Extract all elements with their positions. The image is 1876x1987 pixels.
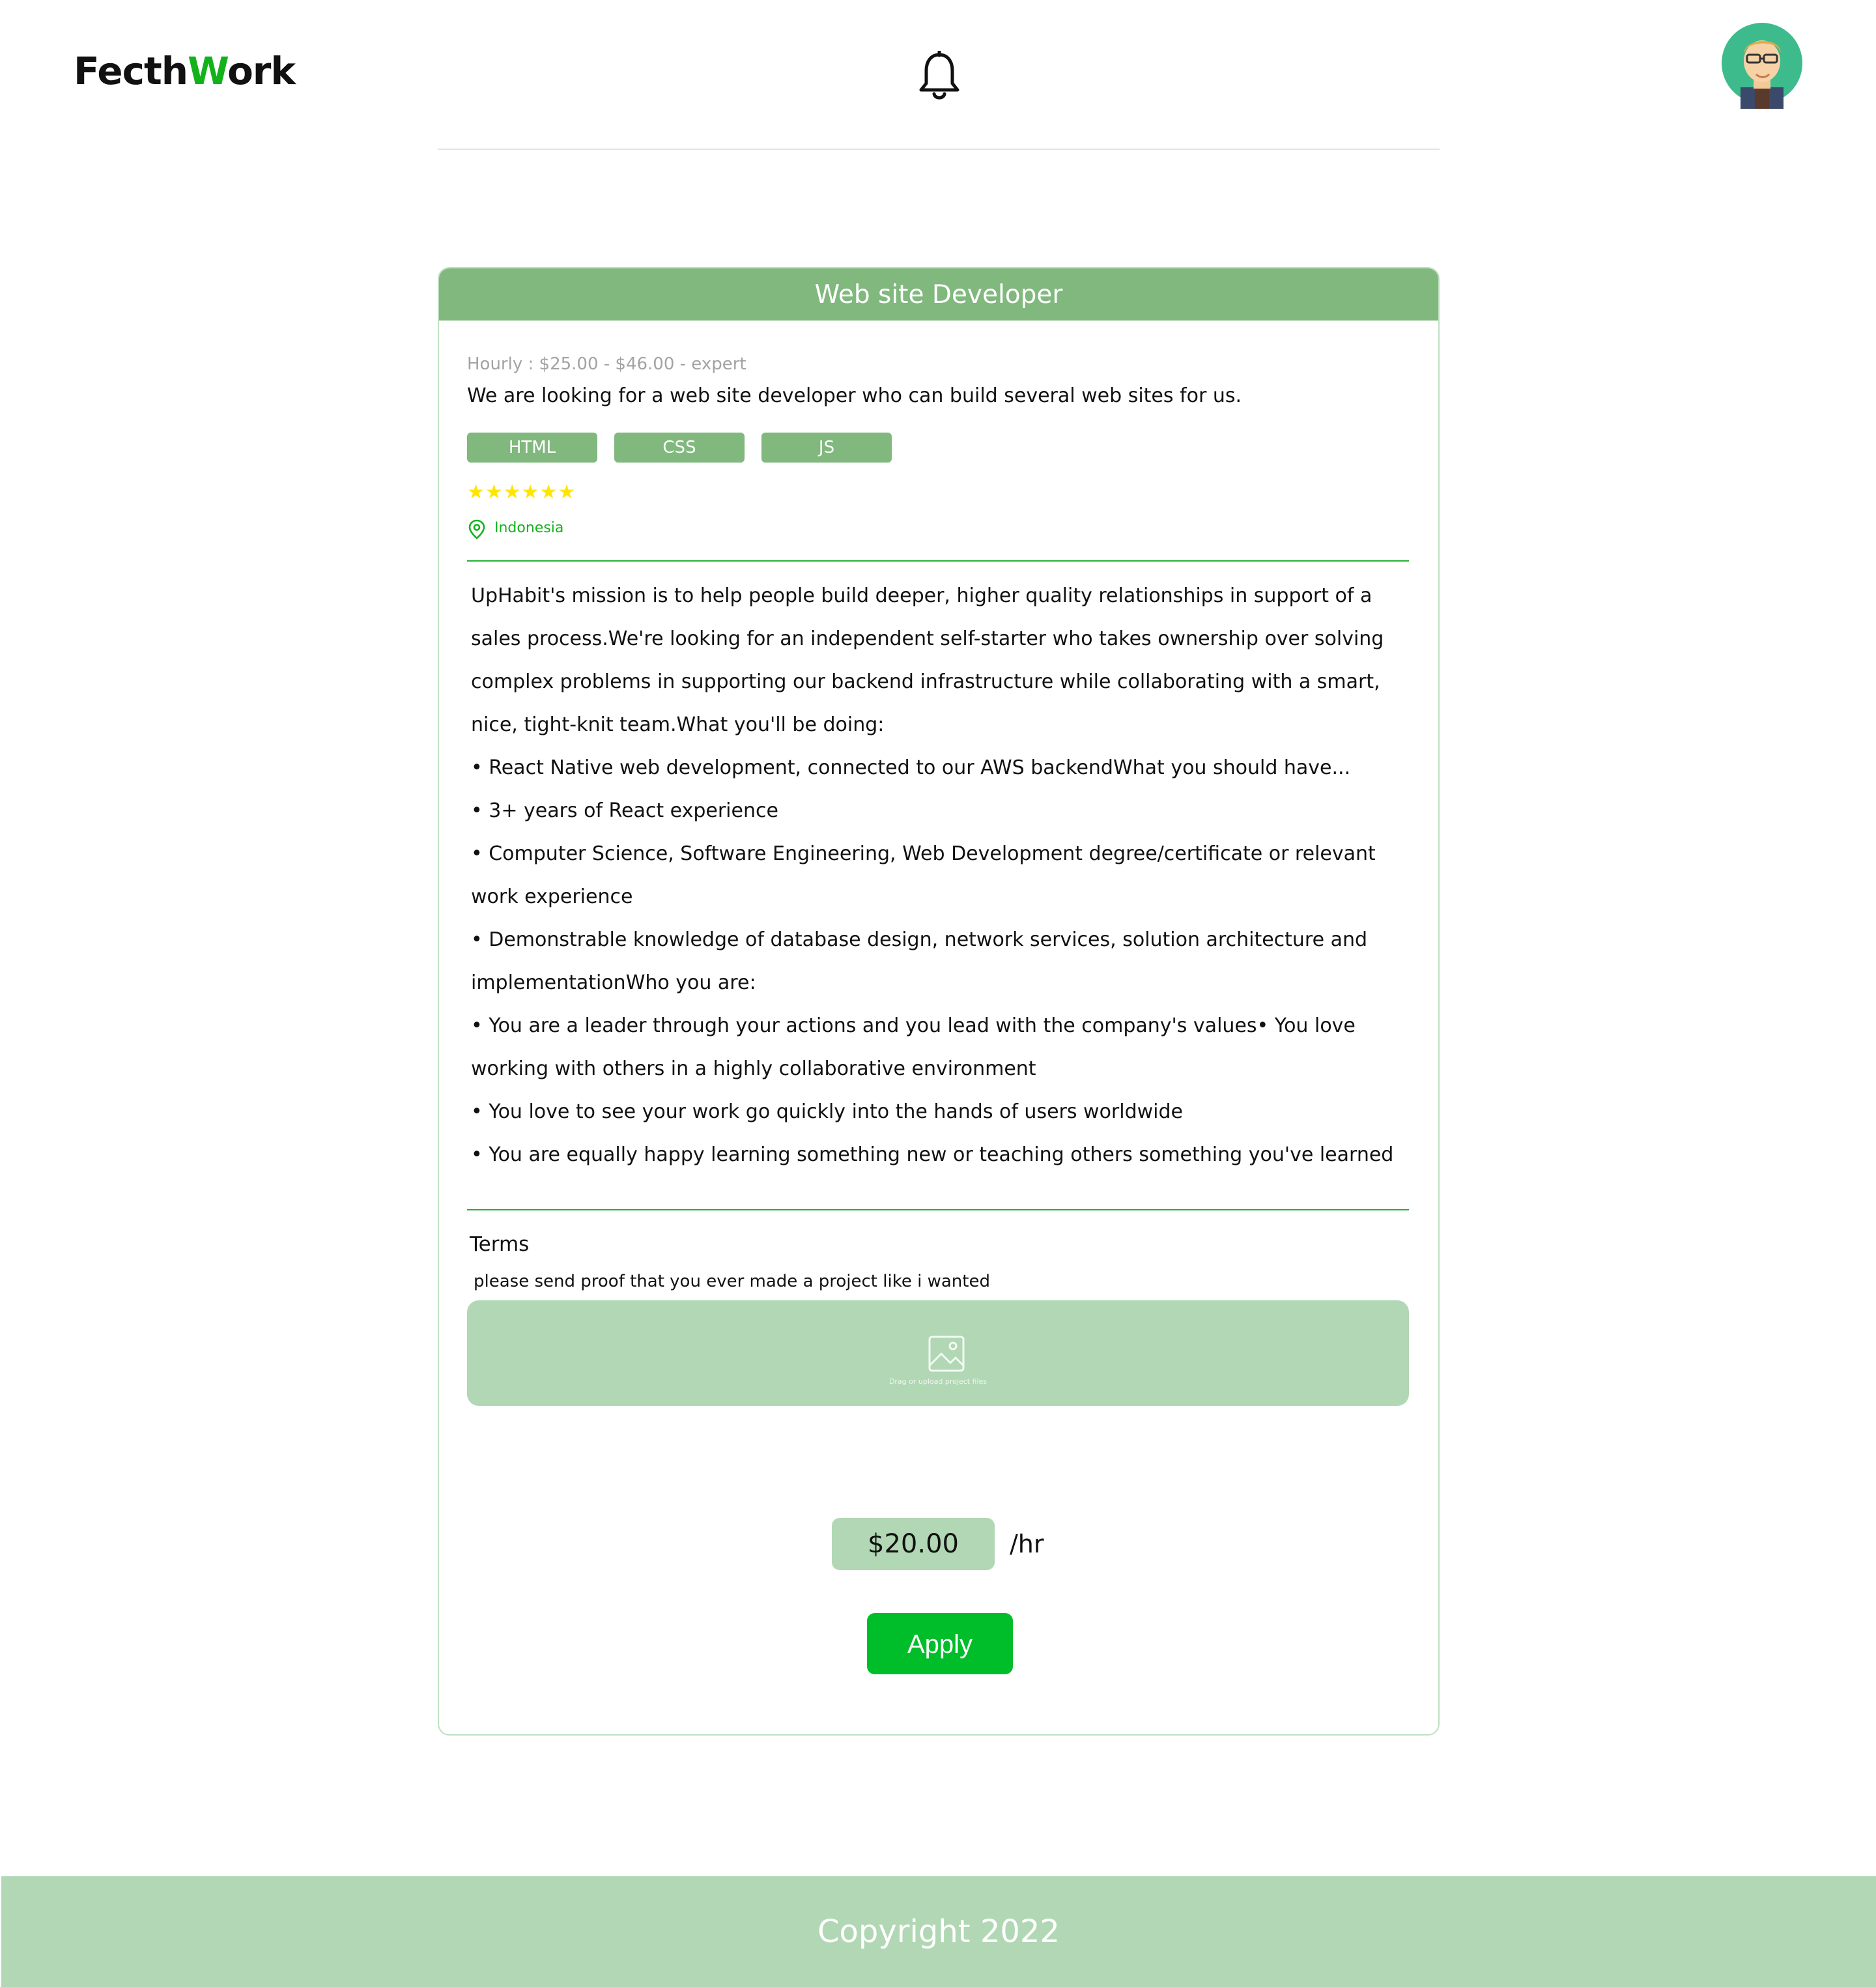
bell-icon[interactable] (917, 50, 961, 102)
description-line: • Demonstrable knowledge of database des… (471, 928, 1368, 951)
rate-range: Hourly : $25.00 - $46.00 - expert (467, 354, 746, 374)
location-pin-icon (468, 519, 485, 539)
upload-hint: Drag or upload project files (888, 1377, 988, 1386)
image-icon (928, 1336, 965, 1372)
logo-text-2: W (188, 49, 228, 93)
description-line: work experience (471, 885, 633, 908)
user-avatar[interactable] (1721, 22, 1804, 109)
description-line: • React Native web development, connecte… (471, 756, 1351, 779)
description-line: nice, tight-knit team.What you'll be doi… (471, 713, 885, 736)
apply-button[interactable]: Apply (867, 1613, 1013, 1674)
tag-js[interactable]: JS (761, 433, 892, 463)
terms-title: Terms (470, 1233, 530, 1256)
logo-text-3: ork (227, 49, 296, 93)
file-upload-dropzone[interactable]: Drag or upload project files (467, 1300, 1409, 1406)
description-line: sales process.We're looking for an indep… (471, 627, 1384, 650)
description-line: complex problems in supporting our backe… (471, 670, 1380, 693)
section-divider (467, 1209, 1409, 1210)
terms-text: please send proof that you ever made a p… (474, 1272, 990, 1291)
tag-html[interactable]: HTML (467, 433, 597, 463)
bid-amount-input[interactable]: $20.00 (832, 1518, 995, 1570)
description-line: • You love to see your work go quickly i… (471, 1100, 1184, 1123)
rate-unit: /hr (1010, 1530, 1044, 1558)
job-card: Web site Developer Hourly : $25.00 - $46… (438, 267, 1440, 1736)
section-divider (467, 560, 1409, 562)
description-line: UpHabit's mission is to help people buil… (471, 584, 1372, 607)
description-line: working with others in a highly collabor… (471, 1057, 1036, 1080)
logo-text-1: Fecth (74, 49, 188, 93)
description-line: implementationWho you are: (471, 971, 756, 994)
location-label: Indonesia (494, 520, 564, 536)
rating-stars: ★★★★★★ (467, 481, 576, 504)
description-line: • You are equally happy learning somethi… (471, 1143, 1394, 1166)
logo[interactable]: FecthWork (74, 49, 296, 93)
job-summary: We are looking for a web site developer … (467, 384, 1242, 407)
job-title: Web site Developer (439, 268, 1438, 321)
tag-css[interactable]: CSS (614, 433, 745, 463)
description-line: • 3+ years of React experience (471, 799, 778, 822)
footer-copyright: Copyright 2022 (1, 1876, 1876, 1987)
top-header: FecthWork (0, 0, 1876, 150)
description-line: • You are a leader through your actions … (471, 1014, 1356, 1037)
job-description: UpHabit's mission is to help people buil… (471, 575, 1415, 1177)
description-line: • Computer Science, Software Engineering… (471, 842, 1376, 865)
header-divider (438, 149, 1440, 150)
